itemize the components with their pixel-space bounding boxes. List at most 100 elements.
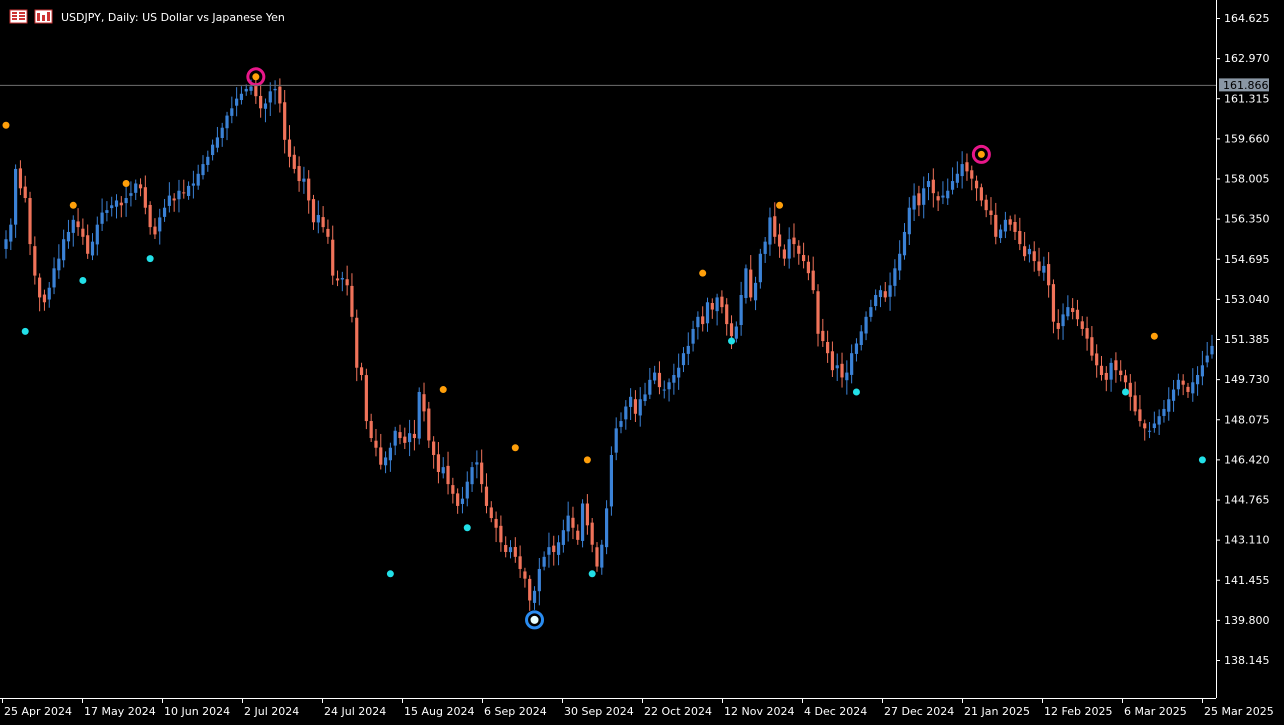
bear-candle bbox=[153, 226, 157, 235]
bear-candle bbox=[1037, 261, 1041, 271]
bear-candle bbox=[1114, 360, 1118, 371]
bull-candle bbox=[629, 396, 633, 407]
bear-candle bbox=[297, 166, 301, 182]
bull-candle bbox=[1152, 423, 1156, 429]
current-price-text: 161.866 bbox=[1223, 79, 1269, 92]
bear-candle bbox=[883, 291, 887, 298]
bull-candle bbox=[57, 258, 61, 271]
bull-candle bbox=[14, 168, 18, 225]
price-chart[interactable]: 164.625 162.970 161.315 159.660 158.005 156.3… bbox=[0, 0, 1284, 725]
x-tick-label: 10 Jun 2024 bbox=[164, 705, 230, 718]
bear-candle bbox=[830, 351, 835, 371]
bear-candle bbox=[143, 187, 147, 208]
bear-candle bbox=[350, 285, 354, 317]
swing-high-marker bbox=[2, 121, 10, 129]
bull-candle bbox=[105, 210, 109, 213]
y-tick-label: 141.455 bbox=[1224, 574, 1270, 587]
swing-low-marker bbox=[79, 276, 87, 284]
bear-candle bbox=[369, 421, 373, 439]
y-tick-label: 148.075 bbox=[1224, 413, 1270, 426]
x-tick-label: 12 Nov 2024 bbox=[724, 705, 794, 718]
bear-candle bbox=[451, 485, 455, 494]
bull-candle bbox=[845, 372, 849, 381]
bear-candle bbox=[254, 85, 258, 97]
bull-candle bbox=[580, 503, 585, 541]
bear-candle bbox=[182, 192, 186, 194]
bull-candle bbox=[95, 224, 99, 245]
y-tick-label: 149.730 bbox=[1224, 373, 1270, 386]
bear-candle bbox=[840, 363, 844, 378]
bear-candle bbox=[590, 522, 594, 545]
bull-candle bbox=[1167, 399, 1171, 412]
bull-candle bbox=[672, 375, 676, 383]
bear-candle bbox=[1095, 353, 1099, 366]
bull-candle bbox=[220, 127, 224, 138]
bull-candle bbox=[249, 86, 253, 91]
bear-candle bbox=[720, 296, 724, 308]
bull-candle bbox=[268, 91, 272, 103]
bear-candle bbox=[773, 216, 777, 237]
bull-candle bbox=[614, 428, 618, 453]
bull-candle bbox=[177, 190, 181, 200]
bull-candle bbox=[907, 207, 911, 235]
bear-candle bbox=[18, 168, 23, 189]
bull-candle bbox=[235, 98, 239, 106]
bull-candle bbox=[1210, 345, 1214, 355]
bear-candle bbox=[446, 465, 450, 485]
bear-candle bbox=[1138, 409, 1142, 422]
x-tick-label: 4 Dec 2024 bbox=[804, 705, 867, 718]
bull-candle bbox=[715, 297, 719, 312]
bull-candle bbox=[206, 156, 210, 165]
bear-candle bbox=[518, 556, 522, 569]
bull-candle bbox=[508, 547, 513, 553]
bear-candle bbox=[970, 170, 974, 179]
bull-candle bbox=[1157, 416, 1161, 425]
bull-candle bbox=[4, 239, 8, 249]
bear-candle bbox=[335, 278, 340, 281]
bear-candle bbox=[1032, 251, 1036, 262]
bull-candle bbox=[1003, 219, 1007, 232]
trade-panel-icon[interactable] bbox=[34, 9, 53, 24]
bull-candle bbox=[1066, 307, 1070, 317]
bull-candle bbox=[677, 367, 681, 378]
bear-candle bbox=[1123, 375, 1128, 383]
bear-candle bbox=[523, 571, 527, 579]
bear-candle bbox=[311, 199, 316, 223]
bear-candle bbox=[777, 234, 782, 247]
bull-candle bbox=[302, 178, 306, 182]
bear-candle bbox=[1181, 380, 1185, 385]
bull-candle bbox=[167, 195, 171, 206]
bear-candle bbox=[701, 316, 705, 325]
bear-candle bbox=[1080, 321, 1084, 329]
bull-candle bbox=[475, 462, 479, 465]
chart-title: USDJPY, Daily: US Dollar vs Japanese Yen bbox=[61, 11, 285, 24]
bull-candle bbox=[686, 345, 690, 354]
bull-candle bbox=[1042, 265, 1046, 273]
x-tick-label: 25 Apr 2024 bbox=[4, 705, 72, 718]
bull-candle bbox=[787, 239, 791, 259]
bear-candle bbox=[436, 454, 441, 472]
bear-candle bbox=[76, 221, 80, 228]
bull-candle bbox=[955, 173, 959, 183]
swing-low-marker bbox=[588, 570, 596, 578]
chart-window-icon[interactable] bbox=[9, 9, 28, 24]
swing-low-marker bbox=[386, 570, 394, 578]
bull-candle bbox=[1171, 389, 1176, 401]
bull-candle bbox=[763, 241, 767, 254]
current-price-label: 161.866 bbox=[1219, 78, 1269, 92]
bear-candle bbox=[456, 493, 460, 506]
bear-candle bbox=[528, 578, 532, 601]
bull-candle bbox=[768, 217, 772, 245]
swing-high-marker bbox=[439, 386, 447, 394]
swing-high-marker bbox=[583, 456, 591, 464]
bear-candle bbox=[1008, 219, 1012, 225]
bull-candle bbox=[648, 379, 652, 395]
bull-candle bbox=[129, 193, 133, 196]
bear-candle bbox=[552, 545, 556, 552]
swing-low-marker bbox=[463, 524, 471, 532]
bull-candle bbox=[225, 115, 229, 129]
swing-low-marker bbox=[1122, 388, 1130, 396]
x-tick-label: 30 Sep 2024 bbox=[564, 705, 634, 718]
bull-candle bbox=[604, 508, 609, 548]
bull-candle bbox=[537, 568, 541, 592]
